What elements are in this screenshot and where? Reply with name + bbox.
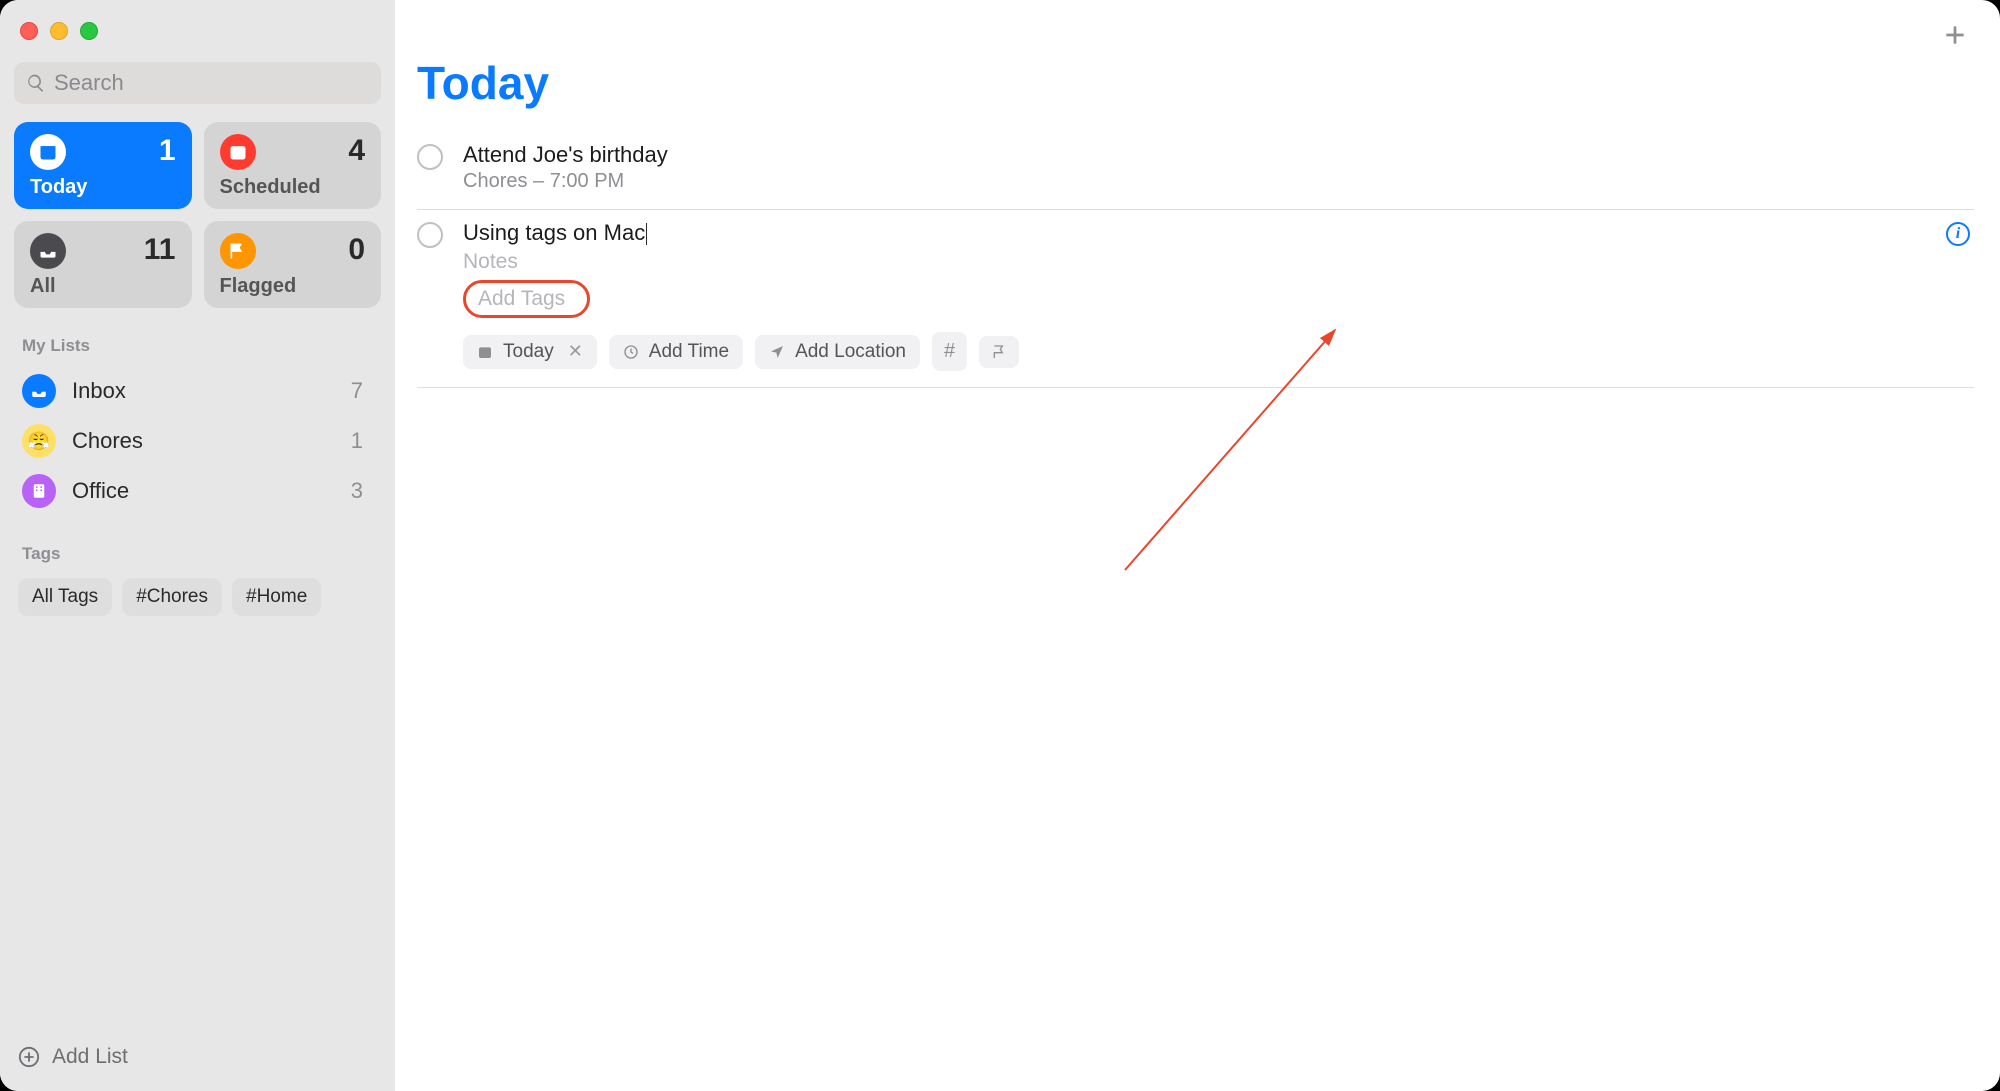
reminder-title: Attend Joe's birthday <box>463 142 1974 168</box>
remove-date-button[interactable]: ✕ <box>568 341 583 362</box>
info-button[interactable]: i <box>1946 222 1970 246</box>
list-count: 7 <box>351 378 363 404</box>
location-arrow-icon <box>769 344 785 360</box>
time-chip[interactable]: Add Time <box>609 335 743 369</box>
hash-tag-button[interactable]: # <box>932 332 967 371</box>
list-name: Chores <box>72 428 351 454</box>
reminder-title-input[interactable]: Using tags on Mac <box>463 220 647 246</box>
flag-button[interactable] <box>979 336 1019 368</box>
main-content: Today Attend Joe's birthday Chores – 7:0… <box>395 0 2000 1091</box>
smart-label: All <box>30 275 176 298</box>
building-icon <box>22 474 56 508</box>
location-chip-label: Add Location <box>795 341 906 363</box>
text-caret <box>646 223 647 245</box>
sidebar: Search 1 Today 4 Schedule <box>0 0 395 1091</box>
smart-list-all[interactable]: 11 All <box>14 221 192 308</box>
tray-icon <box>30 233 66 269</box>
smart-label: Flagged <box>220 275 366 298</box>
list-count: 1 <box>351 428 363 454</box>
plus-icon <box>1942 22 1968 48</box>
add-list-label: Add List <box>52 1045 128 1069</box>
fullscreen-window-button[interactable] <box>80 22 98 40</box>
complete-checkbox[interactable] <box>417 222 443 248</box>
smart-count: 4 <box>348 134 365 168</box>
list-name: Office <box>72 478 351 504</box>
reminder-row[interactable]: Attend Joe's birthday Chores – 7:00 PM <box>417 132 1974 210</box>
list-name: Inbox <box>72 378 351 404</box>
minimize-window-button[interactable] <box>50 22 68 40</box>
reminder-body: Attend Joe's birthday Chores – 7:00 PM <box>463 142 1974 193</box>
smart-list-flagged[interactable]: 0 Flagged <box>204 221 382 308</box>
reminder-row-editing[interactable]: Using tags on Mac Notes Add Tags Today ✕… <box>417 210 1974 388</box>
flag-icon <box>991 344 1007 360</box>
tags-header: Tags <box>22 544 381 564</box>
list-inbox[interactable]: Inbox 7 <box>14 366 381 416</box>
add-list-button[interactable]: Add List <box>14 1039 381 1075</box>
smart-label: Today <box>30 176 176 199</box>
reminder-body: Using tags on Mac Notes Add Tags Today ✕… <box>463 220 1946 371</box>
calendar-today-icon <box>30 134 66 170</box>
clock-icon <box>623 344 639 360</box>
plus-circle-icon <box>18 1046 40 1068</box>
tag-chip-chores[interactable]: #Chores <box>122 578 222 616</box>
tag-chip-home[interactable]: #Home <box>232 578 321 616</box>
close-window-button[interactable] <box>20 22 38 40</box>
list-chores[interactable]: 😤 Chores 1 <box>14 416 381 466</box>
calendar-icon <box>220 134 256 170</box>
smart-list-scheduled[interactable]: 4 Scheduled <box>204 122 382 209</box>
reminder-subtitle: Chores – 7:00 PM <box>463 170 1974 193</box>
window-controls <box>20 22 381 40</box>
tag-chips: All Tags #Chores #Home <box>14 578 381 616</box>
list-count: 3 <box>351 478 363 504</box>
smart-count: 11 <box>144 233 176 267</box>
tray-icon <box>22 374 56 408</box>
notes-input[interactable]: Notes <box>463 250 1946 274</box>
add-tags-placeholder: Add Tags <box>478 287 565 310</box>
page-title: Today <box>417 56 1974 110</box>
search-icon <box>26 73 46 93</box>
flag-icon <box>220 233 256 269</box>
tag-chip-alltags[interactable]: All Tags <box>18 578 112 616</box>
smart-lists-grid: 1 Today 4 Scheduled 11 <box>14 122 381 308</box>
reminders-window: Search 1 Today 4 Schedule <box>0 0 2000 1091</box>
date-chip[interactable]: Today ✕ <box>463 335 597 369</box>
hash-icon: # <box>944 340 955 363</box>
calendar-icon <box>477 344 493 360</box>
smart-count: 1 <box>159 134 176 168</box>
mylists-header: My Lists <box>22 336 381 356</box>
list-office[interactable]: Office 3 <box>14 466 381 516</box>
smart-count: 0 <box>348 233 365 267</box>
attribute-chips: Today ✕ Add Time Add Location # <box>463 332 1946 371</box>
time-chip-label: Add Time <box>649 341 729 363</box>
add-tags-input[interactable]: Add Tags <box>463 280 590 318</box>
search-placeholder: Search <box>54 70 124 96</box>
emoji-icon: 😤 <box>22 424 56 458</box>
smart-list-today[interactable]: 1 Today <box>14 122 192 209</box>
complete-checkbox[interactable] <box>417 144 443 170</box>
new-reminder-button[interactable] <box>1942 22 1972 52</box>
smart-label: Scheduled <box>220 176 366 199</box>
date-chip-label: Today <box>503 341 554 363</box>
location-chip[interactable]: Add Location <box>755 335 920 369</box>
search-input[interactable]: Search <box>14 62 381 104</box>
